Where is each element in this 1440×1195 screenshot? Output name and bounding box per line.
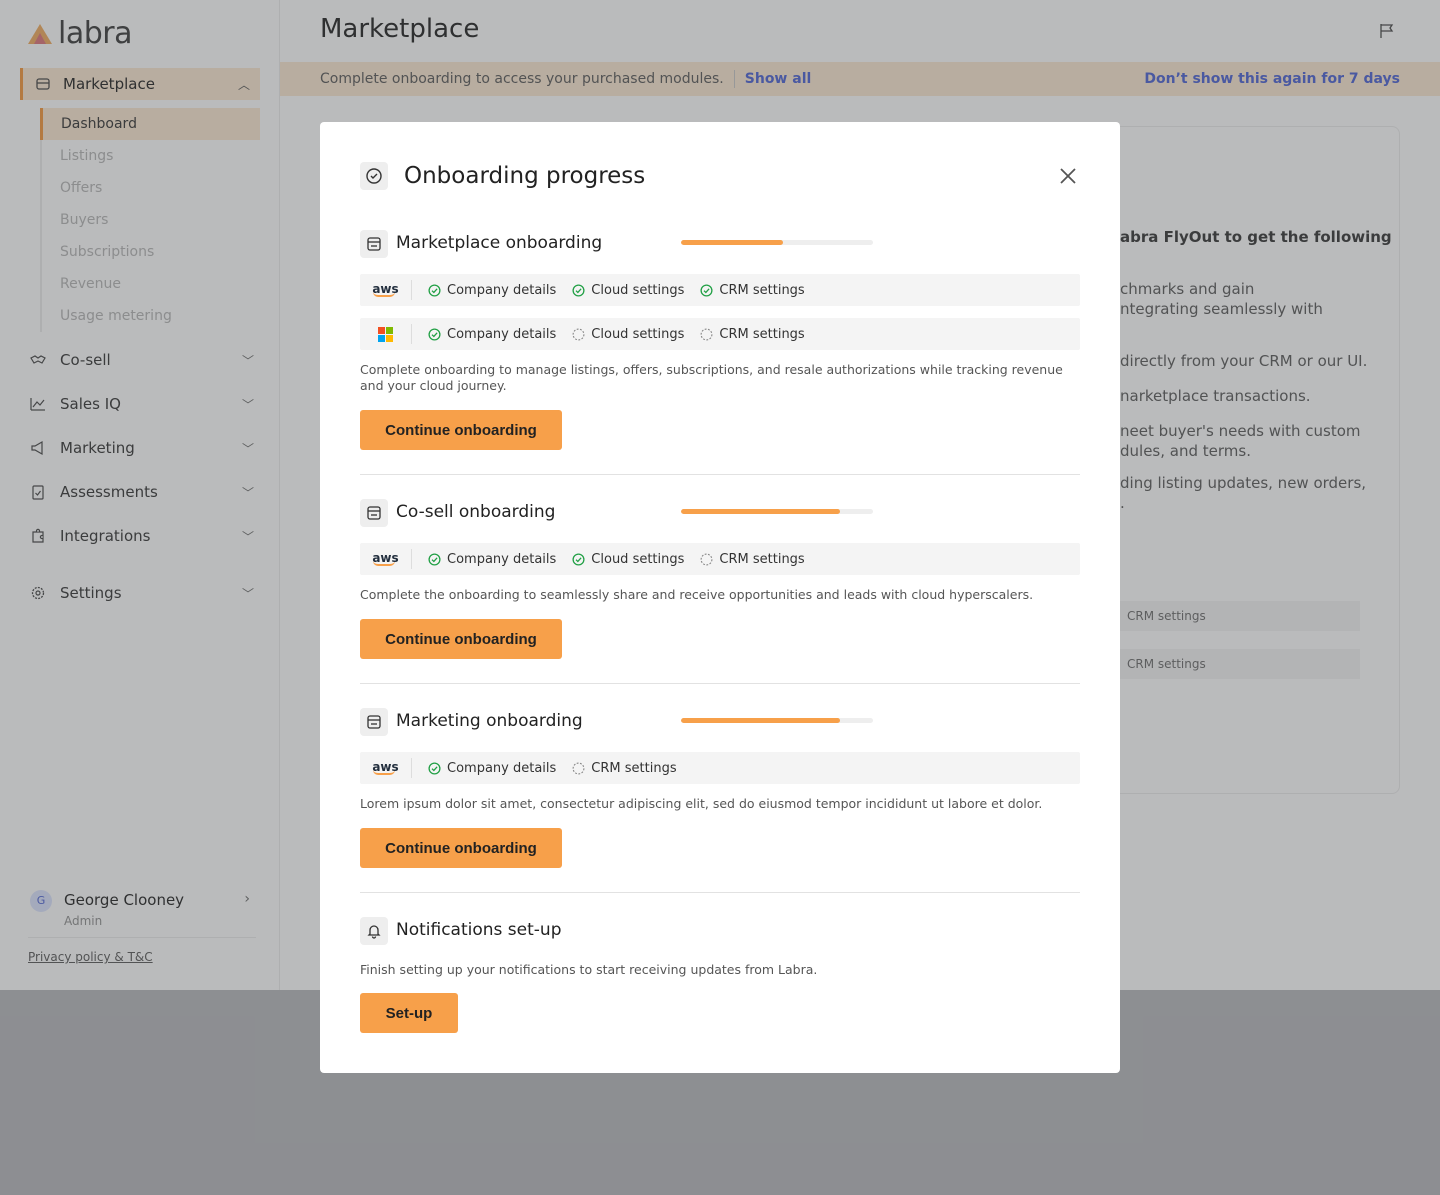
aws-icon: aws — [360, 280, 412, 300]
pending-circle-icon — [572, 328, 585, 340]
close-button[interactable] — [1056, 164, 1080, 188]
progress-fill — [681, 718, 841, 723]
store-icon — [360, 499, 388, 527]
section-title: Marketplace onboarding — [396, 233, 603, 253]
section-description: Complete the onboarding to seamlessly sh… — [360, 587, 1034, 602]
bell-icon — [360, 917, 388, 945]
pending-circle-icon — [572, 762, 585, 774]
modal-title: Onboarding progress — [404, 163, 646, 189]
divider — [360, 474, 1080, 475]
step-crm-settings[interactable]: CRM settings — [572, 761, 677, 776]
section-marketing-onboarding: Marketing onboarding aws Company details… — [360, 708, 1080, 868]
store-icon — [360, 708, 388, 736]
section-marketplace-onboarding: Marketplace onboarding aws Company detai… — [360, 230, 1080, 450]
check-circle-icon — [572, 283, 585, 297]
check-circle-icon — [428, 327, 441, 341]
check-circle-icon — [572, 552, 585, 566]
section-description: Lorem ipsum dolor sit amet, consectetur … — [360, 796, 1043, 811]
section-title: Notifications set-up — [396, 920, 562, 940]
divider — [360, 892, 1080, 893]
step-crm-settings[interactable]: CRM settings — [700, 327, 805, 342]
aws-icon: aws — [360, 549, 412, 569]
check-circle-icon — [428, 283, 441, 297]
section-description: Complete onboarding to manage listings, … — [360, 362, 1063, 393]
cloud-row-azure: Company details Cloud settings CRM setti… — [360, 318, 1080, 350]
divider — [360, 683, 1080, 684]
check-circle-icon — [428, 761, 441, 775]
aws-icon: aws — [360, 758, 412, 778]
step-cloud-settings[interactable]: Cloud settings — [572, 327, 684, 342]
section-title: Co-sell onboarding — [396, 502, 556, 522]
step-company-details[interactable]: Company details — [428, 283, 556, 298]
step-cloud-settings[interactable]: Cloud settings — [572, 552, 684, 567]
close-icon — [1060, 168, 1076, 184]
progress-bar — [681, 240, 873, 245]
cloud-row-aws: aws Company details CRM settings — [360, 752, 1080, 784]
continue-onboarding-button[interactable]: Continue onboarding — [360, 619, 562, 659]
cloud-row-aws: aws Company details Cloud settings CRM s… — [360, 543, 1080, 575]
cloud-row-aws: aws Company details Cloud settings CRM s… — [360, 274, 1080, 306]
step-crm-settings[interactable]: CRM settings — [700, 283, 805, 298]
pending-circle-icon — [700, 328, 713, 340]
section-title: Marketing onboarding — [396, 711, 583, 731]
check-circle-icon — [360, 162, 388, 190]
pending-circle-icon — [700, 553, 713, 565]
section-notifications-setup: Notifications set-up Finish setting up y… — [360, 917, 1080, 1037]
check-circle-icon — [428, 552, 441, 566]
continue-onboarding-button[interactable]: Continue onboarding — [360, 828, 562, 868]
step-company-details[interactable]: Company details — [428, 327, 556, 342]
step-company-details[interactable]: Company details — [428, 761, 556, 776]
progress-fill — [681, 240, 783, 245]
progress-fill — [681, 509, 841, 514]
step-crm-settings[interactable]: CRM settings — [700, 552, 805, 567]
section-description: Finish setting up your notifications to … — [360, 962, 818, 977]
check-circle-icon — [700, 283, 713, 297]
step-cloud-settings[interactable]: Cloud settings — [572, 283, 684, 298]
section-co-sell-onboarding: Co-sell onboarding aws Company details C… — [360, 499, 1080, 659]
continue-onboarding-button[interactable]: Continue onboarding — [360, 410, 562, 450]
setup-button[interactable]: Set-up — [360, 993, 458, 1033]
store-icon — [360, 230, 388, 258]
progress-bar — [681, 509, 873, 514]
microsoft-icon — [360, 324, 412, 344]
step-company-details[interactable]: Company details — [428, 552, 556, 567]
onboarding-modal: Onboarding progress Marketplace onboardi… — [320, 122, 1120, 1073]
progress-bar — [681, 718, 873, 723]
